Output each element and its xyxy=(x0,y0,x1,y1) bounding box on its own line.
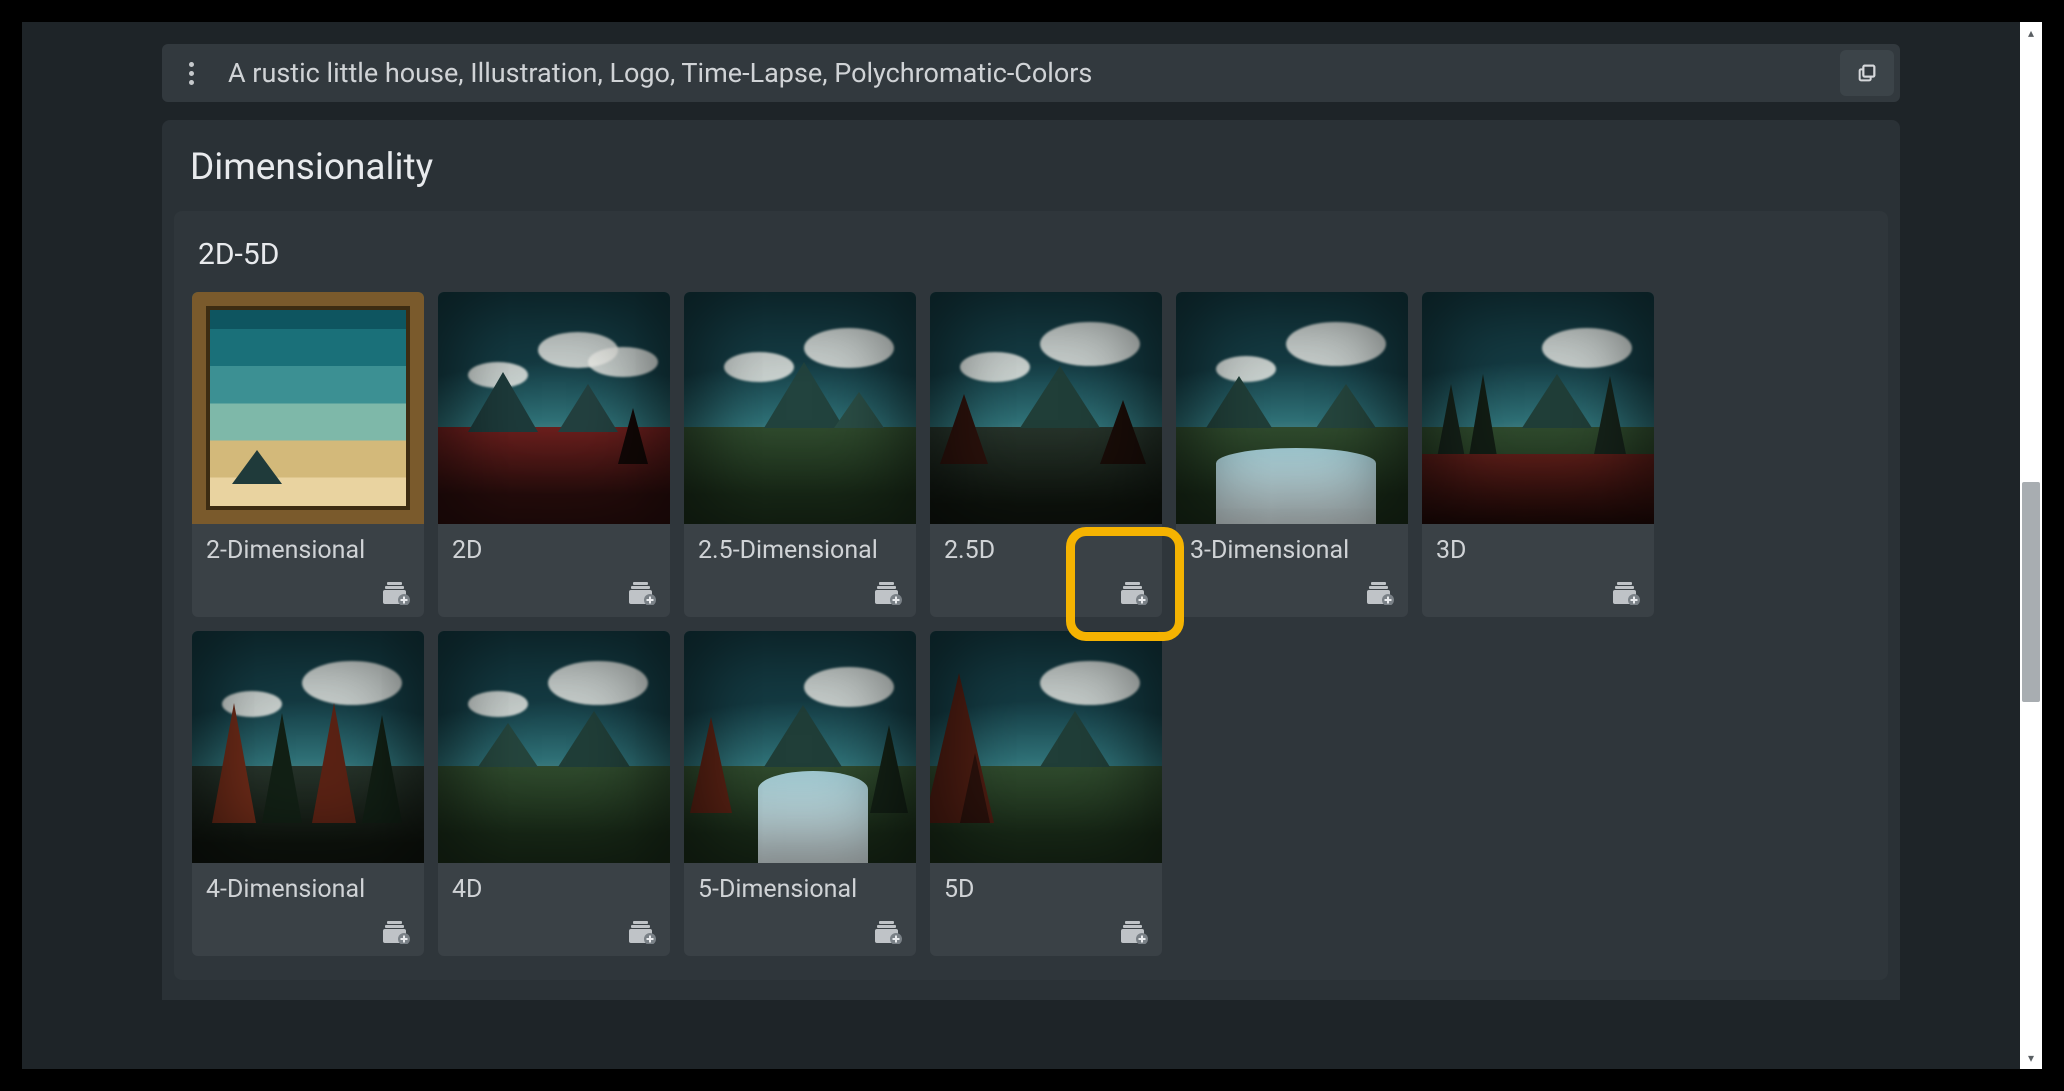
style-card-label: 4D xyxy=(438,863,670,908)
style-card-label: 2.5D xyxy=(930,524,1162,569)
add-to-collection-button[interactable] xyxy=(1112,573,1156,613)
style-thumbnail[interactable] xyxy=(930,292,1162,524)
style-thumbnail[interactable] xyxy=(684,631,916,863)
add-to-collection-button[interactable] xyxy=(1358,573,1402,613)
style-card-label: 2.5-Dimensional xyxy=(684,524,916,569)
panel-title: Dimensionality xyxy=(162,120,1900,211)
scrollbar-thumb[interactable] xyxy=(2022,482,2040,702)
style-card-footer xyxy=(1176,569,1408,617)
style-card[interactable]: 2-Dimensional xyxy=(192,292,424,617)
add-to-collection-button[interactable] xyxy=(620,573,664,613)
app-viewport: A rustic little house, Illustration, Log… xyxy=(22,22,2042,1069)
style-thumbnail[interactable] xyxy=(1176,292,1408,524)
style-card-label: 5D xyxy=(930,863,1162,908)
style-card-footer xyxy=(930,569,1162,617)
scroll-down-arrow-icon[interactable]: ▾ xyxy=(2020,1047,2042,1069)
style-thumbnail[interactable] xyxy=(930,631,1162,863)
open-external-icon xyxy=(1856,62,1878,84)
style-card[interactable]: 2.5-Dimensional xyxy=(684,292,916,617)
add-to-collection-button[interactable] xyxy=(1112,912,1156,952)
style-thumbnail[interactable] xyxy=(192,631,424,863)
add-to-collection-icon xyxy=(874,920,902,944)
add-to-collection-icon xyxy=(382,920,410,944)
prompt-text[interactable]: A rustic little house, Illustration, Log… xyxy=(214,57,1834,89)
card-grid: 2-Dimensional 2D 2.5-Dimensional 2.5D 3-Dime… xyxy=(192,292,1870,956)
style-card[interactable]: 2.5D xyxy=(930,292,1162,617)
style-card[interactable]: 3D xyxy=(1422,292,1654,617)
vertical-scrollbar[interactable]: ▴ ▾ xyxy=(2020,22,2042,1069)
style-thumbnail[interactable] xyxy=(684,292,916,524)
style-card-label: 2-Dimensional xyxy=(192,524,424,569)
add-to-collection-button[interactable] xyxy=(374,912,418,952)
add-to-collection-icon xyxy=(1612,581,1640,605)
add-to-collection-icon xyxy=(628,581,656,605)
style-card-footer xyxy=(192,569,424,617)
style-card[interactable]: 5D xyxy=(930,631,1162,956)
style-card-label: 5-Dimensional xyxy=(684,863,916,908)
style-card-footer xyxy=(684,569,916,617)
style-thumbnail[interactable] xyxy=(438,631,670,863)
prompt-menu-button[interactable] xyxy=(168,50,214,96)
prompt-bar: A rustic little house, Illustration, Log… xyxy=(162,44,1900,102)
style-card-footer xyxy=(192,908,424,956)
add-to-collection-button[interactable] xyxy=(620,912,664,952)
style-card[interactable]: 5-Dimensional xyxy=(684,631,916,956)
style-card-label: 3-Dimensional xyxy=(1176,524,1408,569)
add-to-collection-icon xyxy=(1120,581,1148,605)
kebab-icon xyxy=(189,62,194,85)
style-card-label: 2D xyxy=(438,524,670,569)
add-to-collection-icon xyxy=(628,920,656,944)
add-to-collection-icon xyxy=(874,581,902,605)
add-to-collection-button[interactable] xyxy=(1604,573,1648,613)
add-to-collection-button[interactable] xyxy=(866,912,910,952)
style-card-footer xyxy=(930,908,1162,956)
app-content: A rustic little house, Illustration, Log… xyxy=(22,22,2020,1069)
style-card-footer xyxy=(438,569,670,617)
style-card-footer xyxy=(1422,569,1654,617)
style-card[interactable]: 4D xyxy=(438,631,670,956)
scroll-up-arrow-icon[interactable]: ▴ xyxy=(2020,22,2042,44)
add-to-collection-icon xyxy=(1366,581,1394,605)
style-card[interactable]: 2D xyxy=(438,292,670,617)
dimensionality-panel: Dimensionality 2D-5D 2-Dimensional 2D 2.5-… xyxy=(162,120,1900,1000)
style-card[interactable]: 4-Dimensional xyxy=(192,631,424,956)
add-to-collection-icon xyxy=(1120,920,1148,944)
style-thumbnail[interactable] xyxy=(192,292,424,524)
style-card-label: 4-Dimensional xyxy=(192,863,424,908)
style-card-label: 3D xyxy=(1422,524,1654,569)
style-thumbnail[interactable] xyxy=(1422,292,1654,524)
add-to-collection-button[interactable] xyxy=(374,573,418,613)
style-card-footer xyxy=(438,908,670,956)
open-external-button[interactable] xyxy=(1840,50,1894,96)
section-title: 2D-5D xyxy=(192,229,1870,292)
add-to-collection-icon xyxy=(382,581,410,605)
add-to-collection-button[interactable] xyxy=(866,573,910,613)
style-card-footer xyxy=(684,908,916,956)
style-thumbnail[interactable] xyxy=(438,292,670,524)
section-2d-5d: 2D-5D 2-Dimensional 2D 2.5-Dimensional 2.5D… xyxy=(174,211,1888,980)
style-card[interactable]: 3-Dimensional xyxy=(1176,292,1408,617)
